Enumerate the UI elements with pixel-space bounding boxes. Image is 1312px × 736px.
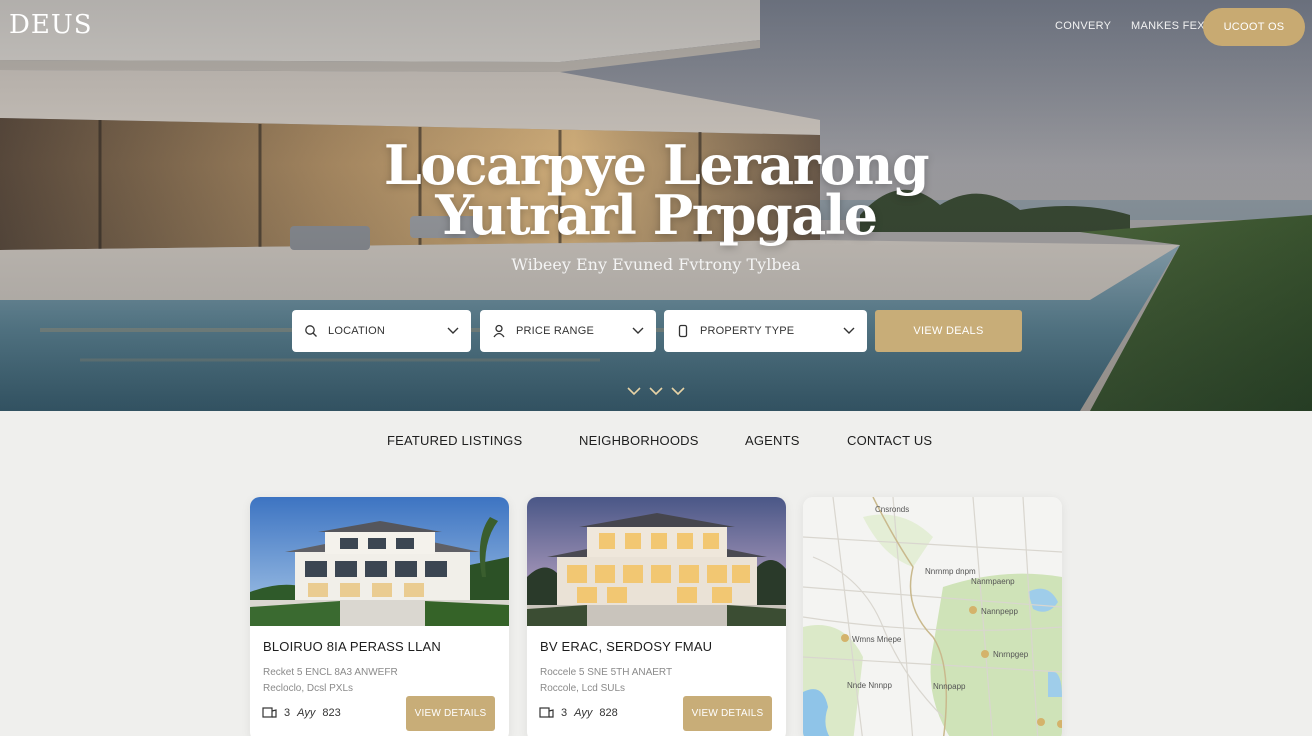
hero-subtitle: Wibeey Eny Evuned Fvtrony Tylbea [511, 255, 801, 274]
price-range-select[interactable]: PRICE RANGE [480, 310, 656, 352]
listing-card[interactable]: BLOIRUO 8IA PERASS LLAN Recket 5 ENCL 8A… [250, 497, 509, 736]
location-select[interactable]: LOCATION [292, 310, 471, 352]
hero-title: Locarpye Lerarong Yutrarl Prpgale [0, 138, 1312, 247]
map-label: Nnrnmp dnpm [925, 567, 976, 576]
listing-title[interactable]: BV ERAC, SERDOSY FMAU [540, 639, 712, 654]
map-label: Cnsronds [875, 505, 910, 514]
chevron-down-icon [843, 327, 855, 334]
nav-agents[interactable]: AGENTS [745, 433, 800, 448]
hero-title-line-2: Yutrarl Prpgale [435, 183, 878, 247]
brand-logo[interactable]: DEUS [9, 10, 93, 40]
nav-featured-listings[interactable]: FEATURED LISTINGS [387, 433, 522, 448]
chevron-down-icon [447, 327, 459, 334]
map-label: Wmns Mnepe [852, 635, 902, 644]
listing-card[interactable]: BV ERAC, SERDOSY FMAU Roccele 5 SNE 5TH … [527, 497, 786, 736]
listing-description: Roccele 5 SNE 5TH ANAERT Roccole, Lcd SU… [540, 665, 672, 697]
view-details-button[interactable]: VIEW DETAILS [406, 696, 495, 731]
listing-number: 828 [599, 706, 618, 719]
listing-description-line-1: Recket 5 ENCL 8A3 ANWEFR [263, 667, 398, 678]
listing-meta-text: Ayy [297, 706, 316, 719]
listing-number: 823 [322, 706, 341, 719]
view-deals-button[interactable]: VIEW DEALS [875, 310, 1022, 352]
price-range-label: PRICE RANGE [516, 325, 594, 337]
phone-icon [678, 324, 688, 338]
map-label: Nnrnpgep [993, 650, 1029, 659]
property-type-label: PROPERTY TYPE [700, 325, 795, 337]
listing-photo [250, 497, 509, 626]
search-icon [305, 325, 317, 337]
top-cta-button[interactable]: UCOOT OS [1203, 8, 1305, 46]
listing-beds: 3 [561, 706, 568, 719]
listing-meta: 3 Ayy 828 [539, 706, 618, 719]
nav-neighborhoods[interactable]: NEIGHBORHOODS [579, 433, 699, 448]
user-icon [493, 324, 505, 338]
property-type-select[interactable]: PROPERTY TYPE [664, 310, 867, 352]
hero-section: DEUS CONVERY MANKES FEX UCOOT OS Locarpy… [0, 0, 1312, 411]
main-nav: FEATURED LISTINGS NEIGHBORHOODS AGENTS C… [0, 433, 1312, 453]
listing-beds: 3 [284, 706, 291, 719]
listing-description-line-2: Roccole, Lcd SULs [540, 683, 626, 694]
listing-description-line-1: Roccele 5 SNE 5TH ANAERT [540, 667, 673, 678]
chevron-down-icon [632, 327, 644, 334]
listing-meta-text: Ayy [574, 706, 593, 719]
top-nav-link-mankes[interactable]: MANKES FEX [1131, 20, 1205, 32]
bed-icon [262, 707, 277, 718]
location-label: LOCATION [328, 325, 386, 337]
map-canvas[interactable] [803, 497, 1062, 736]
listing-description-line-2: Recloclo, Dcsl PXLs [263, 683, 354, 694]
top-nav-link-convery[interactable]: CONVERY [1055, 20, 1111, 32]
map-label: Nnnpapp [933, 682, 966, 691]
listing-title[interactable]: BLOIRUO 8IA PERASS LLAN [263, 639, 441, 654]
map-label: Nnde Nnnpp [847, 681, 892, 690]
map-label: Nannpepp [981, 607, 1018, 616]
map-label: Nanmpaenp [971, 577, 1015, 586]
nav-contact-us[interactable]: CONTACT US [847, 433, 932, 448]
listing-meta: 3 Ayy 823 [262, 706, 341, 719]
bed-icon [539, 707, 554, 718]
listing-description: Recket 5 ENCL 8A3 ANWEFR Recloclo, Dcsl … [263, 665, 398, 697]
view-details-button[interactable]: VIEW DETAILS [683, 696, 772, 731]
map-panel[interactable]: Cnsronds Nnrnmp dnpm Nanmpaenp Nannpepp … [803, 497, 1062, 736]
listing-photo [527, 497, 786, 626]
scroll-down-chevrons-icon[interactable] [626, 385, 688, 399]
